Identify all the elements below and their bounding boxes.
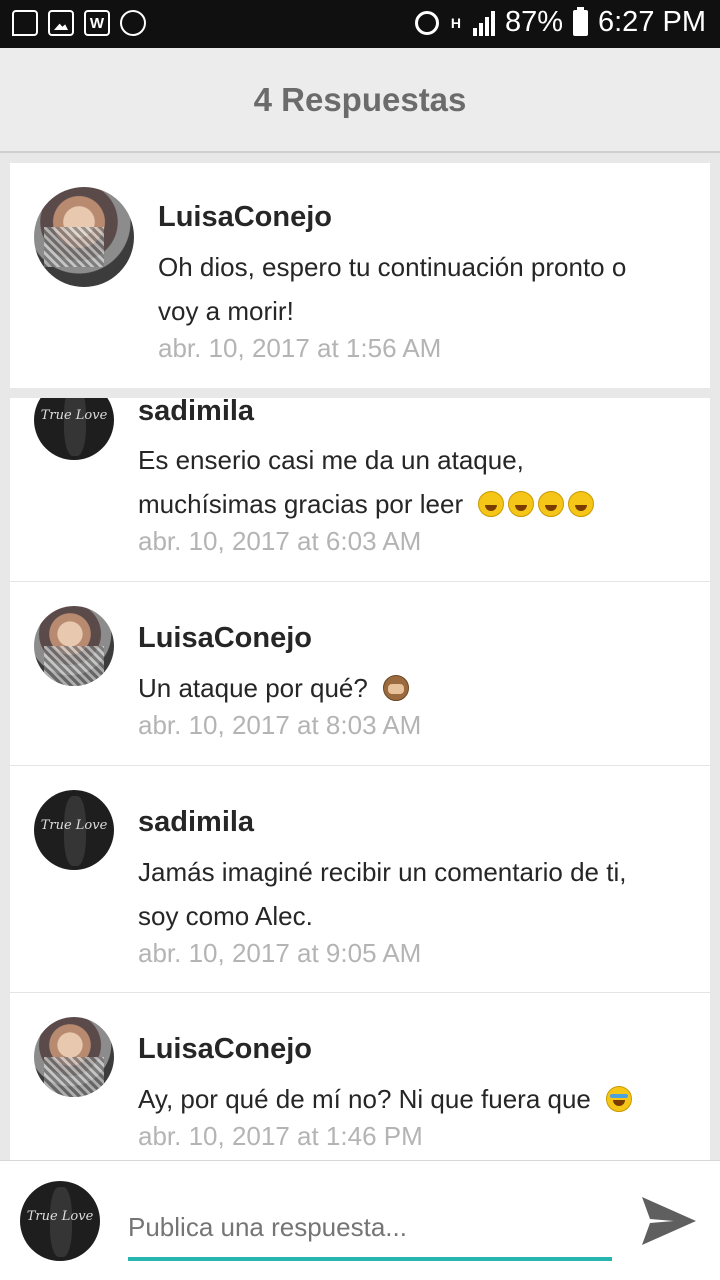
- comment-text: muchísimas gracias por leer: [138, 489, 464, 519]
- comment-text: voy a morir!: [158, 296, 294, 326]
- laughing-emoji-icon: [568, 491, 595, 517]
- main-comment-card: LuisaConejo Oh dios, espero tu continuac…: [10, 163, 710, 388]
- send-icon: [642, 1197, 696, 1245]
- network-type: H: [450, 14, 462, 31]
- comment-timestamp: abr. 10, 2017 at 1:46 PM: [138, 1121, 423, 1151]
- list-item: True Love sadimila Es enserio casi me da…: [10, 398, 710, 582]
- status-bar: W H 87% 6:27 PM: [0, 0, 720, 48]
- comment-author[interactable]: sadimila: [138, 806, 254, 839]
- avatar[interactable]: [34, 606, 114, 686]
- battery-percent: 87%: [504, 6, 563, 38]
- clock: 6:27 PM: [598, 6, 706, 38]
- avatar[interactable]: [34, 187, 134, 287]
- reply-composer: True Love: [0, 1160, 720, 1280]
- avatar[interactable]: True Love: [34, 790, 114, 870]
- alarm-icon: [414, 10, 439, 35]
- system-icons: H 87% 6:27 PM: [414, 6, 706, 39]
- comment-author[interactable]: sadimila: [138, 398, 254, 428]
- notification-icons: W: [12, 10, 146, 36]
- tears-of-joy-emoji-icon: [606, 1086, 633, 1112]
- send-button[interactable]: [640, 1193, 698, 1249]
- header: 4 Respuestas: [0, 48, 720, 153]
- comment-author[interactable]: LuisaConejo: [138, 622, 312, 655]
- laughing-emoji-icon: [478, 491, 505, 517]
- comment-text: Es enserio casi me da un ataque,: [138, 445, 524, 475]
- comment-timestamp: abr. 10, 2017 at 9:05 AM: [138, 938, 422, 968]
- input-underline: [128, 1257, 612, 1261]
- list-item: True Love sadimila Jamás imaginé recibir…: [10, 766, 710, 993]
- see-no-evil-monkey-icon: [383, 675, 410, 701]
- comment-timestamp: abr. 10, 2017 at 1:56 AM: [158, 333, 442, 363]
- avatar[interactable]: [34, 1017, 114, 1097]
- comment-text-line: Un ataque por qué?: [138, 666, 413, 710]
- signal-icon: [472, 10, 495, 36]
- reply-input[interactable]: [128, 1201, 612, 1253]
- avatar[interactable]: True Love: [34, 398, 114, 460]
- laughing-emoji-icon: [508, 491, 535, 517]
- comment-author[interactable]: LuisaConejo: [138, 1033, 312, 1066]
- list-item: LuisaConejo Ay, por qué de mí no? Ni que…: [10, 993, 710, 1160]
- comment-text: Un ataque por qué?: [138, 673, 368, 703]
- comment-text-line: Ay, por qué de mí no? Ni que fuera que: [138, 1077, 636, 1121]
- comment-timestamp: abr. 10, 2017 at 8:03 AM: [138, 710, 422, 740]
- comment-text: Oh dios, espero tu continuación pronto o: [158, 252, 627, 282]
- w-icon: W: [84, 10, 110, 36]
- comment-author[interactable]: LuisaConejo: [158, 201, 332, 234]
- list-item: LuisaConejo Un ataque por qué? abr. 10, …: [10, 582, 710, 766]
- replies-list[interactable]: True Love sadimila Es enserio casi me da…: [10, 398, 710, 1160]
- avatar: True Love: [20, 1181, 100, 1261]
- comment-text: soy como Alec.: [138, 901, 313, 931]
- comment-timestamp: abr. 10, 2017 at 6:03 AM: [138, 526, 422, 556]
- chat-icon: [12, 10, 38, 36]
- comment-text-line2: muchísimas gracias por leer: [138, 482, 598, 526]
- comment-text: Ay, por qué de mí no? Ni que fuera que: [138, 1084, 591, 1114]
- page-title: 4 Respuestas: [253, 80, 467, 118]
- comment-text: Jamás imaginé recibir un comentario de t…: [138, 857, 627, 887]
- image-icon: [48, 10, 74, 36]
- battery-icon: [573, 6, 588, 36]
- laughing-emoji-icon: [538, 491, 565, 517]
- cloud-alert-icon: [120, 10, 146, 36]
